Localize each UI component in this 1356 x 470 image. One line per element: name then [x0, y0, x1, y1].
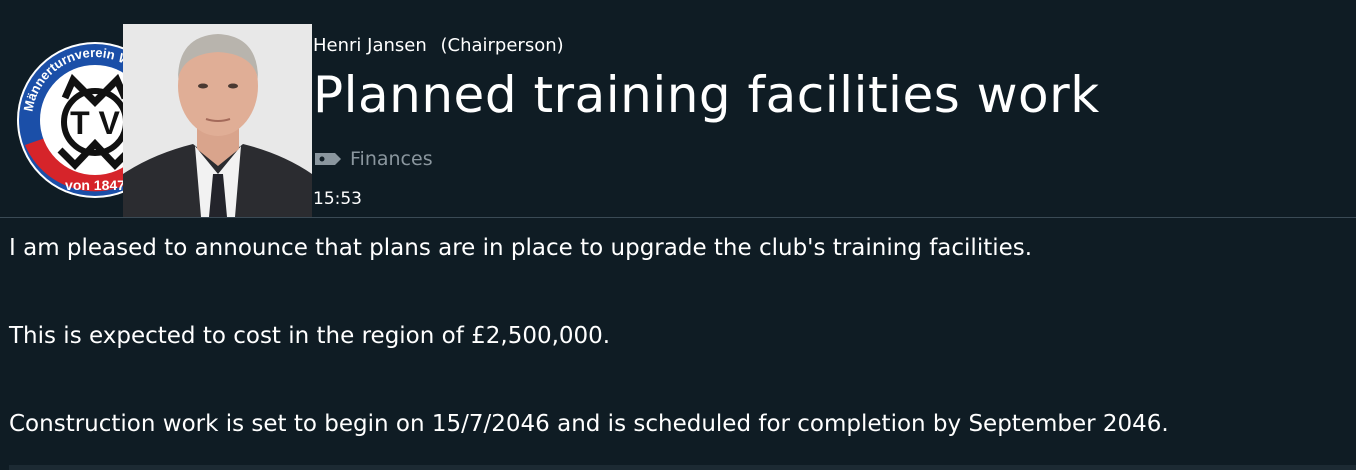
- sender-line: Henri Jansen (Chairperson): [313, 35, 564, 56]
- category-tag: Finances: [313, 146, 433, 172]
- message-header: Männerturnverein Wolfenbüttel e.V. von 1…: [0, 0, 1356, 217]
- sender-role: (Chairperson): [440, 35, 564, 56]
- message-title: Planned training facilities work: [313, 66, 1100, 124]
- body-paragraph: Construction work is set to begin on 15/…: [9, 411, 1169, 437]
- message-time: 15:53: [313, 189, 362, 209]
- header-divider: [0, 217, 1356, 218]
- crest-founded-text: von 1847: [65, 177, 125, 193]
- tag-icon: [315, 153, 341, 165]
- sender-name[interactable]: Henri Jansen: [313, 35, 427, 56]
- category-label: Finances: [350, 148, 433, 170]
- paragraph-spacer: [9, 358, 1349, 402]
- chairperson-portrait: [123, 24, 312, 217]
- paragraph-spacer: [9, 270, 1349, 314]
- body-paragraph: This is expected to cost in the region o…: [9, 323, 611, 349]
- portrait-image: [123, 24, 312, 217]
- message-body: I am pleased to announce that plans are …: [9, 226, 1349, 446]
- crest-initials: T V: [70, 105, 120, 141]
- body-paragraph: I am pleased to announce that plans are …: [9, 235, 1033, 261]
- news-item-view: Männerturnverein Wolfenbüttel e.V. von 1…: [0, 0, 1356, 470]
- bottom-panel-edge: [9, 465, 1356, 470]
